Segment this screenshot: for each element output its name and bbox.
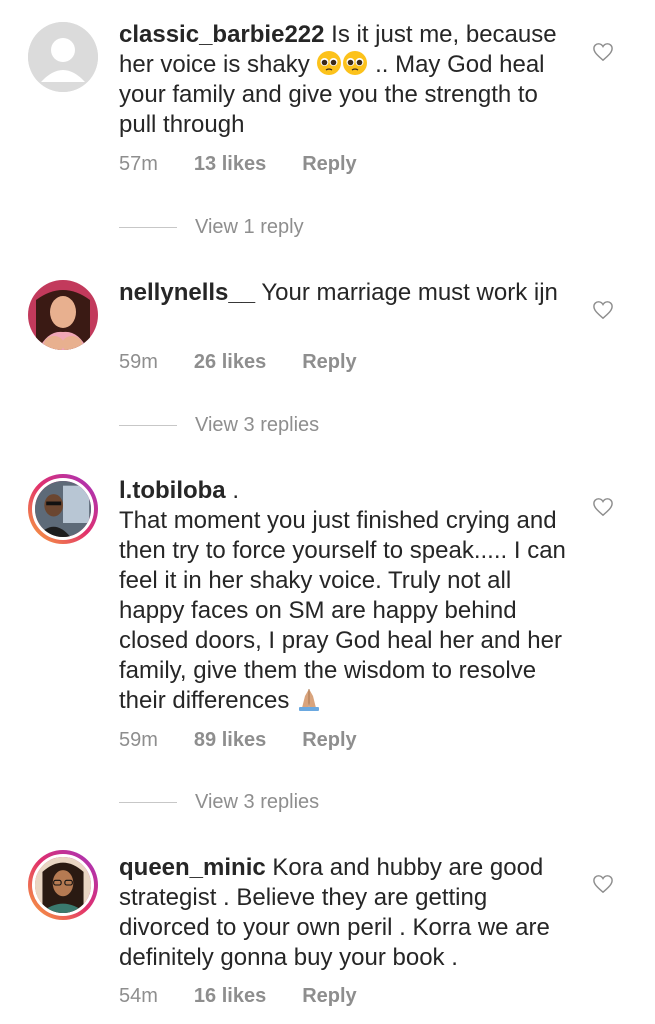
heart-outline-icon[interactable] [592,42,614,62]
comment-likes[interactable]: 89 likes [194,729,266,752]
user-photo [28,280,98,350]
avatar[interactable] [28,474,98,544]
avatar[interactable] [28,280,98,350]
comment-text: That moment you just finished crying and… [119,507,566,714]
comment-text: Your marriage must work ijn [255,279,558,306]
default-avatar-icon [28,22,98,92]
comment-meta: 54m 16 likes Reply [119,985,357,1008]
comment-body: nellynells__ Your marriage must work ijn [119,278,574,308]
pleading-face-emoji [317,51,342,75]
view-replies-button[interactable]: View 3 replies [119,414,319,437]
comment-meta: 59m 26 likes Reply [119,351,357,374]
pleading-face-emoji [343,51,368,75]
comment-body: classic_barbie222 Is it just me, because… [119,20,574,140]
comment-username[interactable]: l.tobiloba [119,477,226,504]
comment-likes[interactable]: 26 likes [194,351,266,374]
comment-username-suffix: . [225,477,239,504]
divider-line [119,802,177,804]
comment-time: 59m [119,351,158,373]
comment-body: queen_minic Kora and hubby are good stra… [119,853,574,973]
comment-meta: 57m 13 likes Reply [119,153,357,176]
view-replies-label: View 3 replies [195,414,320,436]
user-photo-story-ring [35,481,91,537]
reply-button[interactable]: Reply [302,985,356,1008]
default-avatar-icon[interactable] [28,22,98,92]
reply-button[interactable]: Reply [302,729,356,752]
comment-username[interactable]: nellynells__ [119,279,255,306]
view-replies-label: View 1 reply [195,216,304,238]
divider-line [119,227,177,229]
heart-outline-icon[interactable] [592,874,614,894]
view-replies-button[interactable]: View 3 replies [119,791,319,814]
user-photo-story-ring [35,857,91,913]
comment-username[interactable]: classic_barbie222 [119,21,325,48]
reply-button[interactable]: Reply [302,153,356,176]
comment-time: 57m [119,153,158,175]
comment-likes[interactable]: 16 likes [194,985,266,1008]
comment-username[interactable]: queen_minic [119,854,266,881]
comment-meta: 59m 89 likes Reply [119,729,357,752]
view-replies-label: View 3 replies [195,791,320,813]
comment-time: 54m [119,985,158,1007]
reply-button[interactable]: Reply [302,351,356,374]
view-replies-button[interactable]: View 1 reply [119,216,304,239]
comment-likes[interactable]: 13 likes [194,153,266,176]
avatar[interactable] [28,850,98,920]
comment-time: 59m [119,729,158,751]
heart-outline-icon[interactable] [592,497,614,517]
heart-outline-icon[interactable] [592,300,614,320]
comment-body: l.tobiloba . That moment you just finish… [119,476,574,716]
divider-line [119,425,177,427]
folded-hands-emoji [299,689,319,711]
